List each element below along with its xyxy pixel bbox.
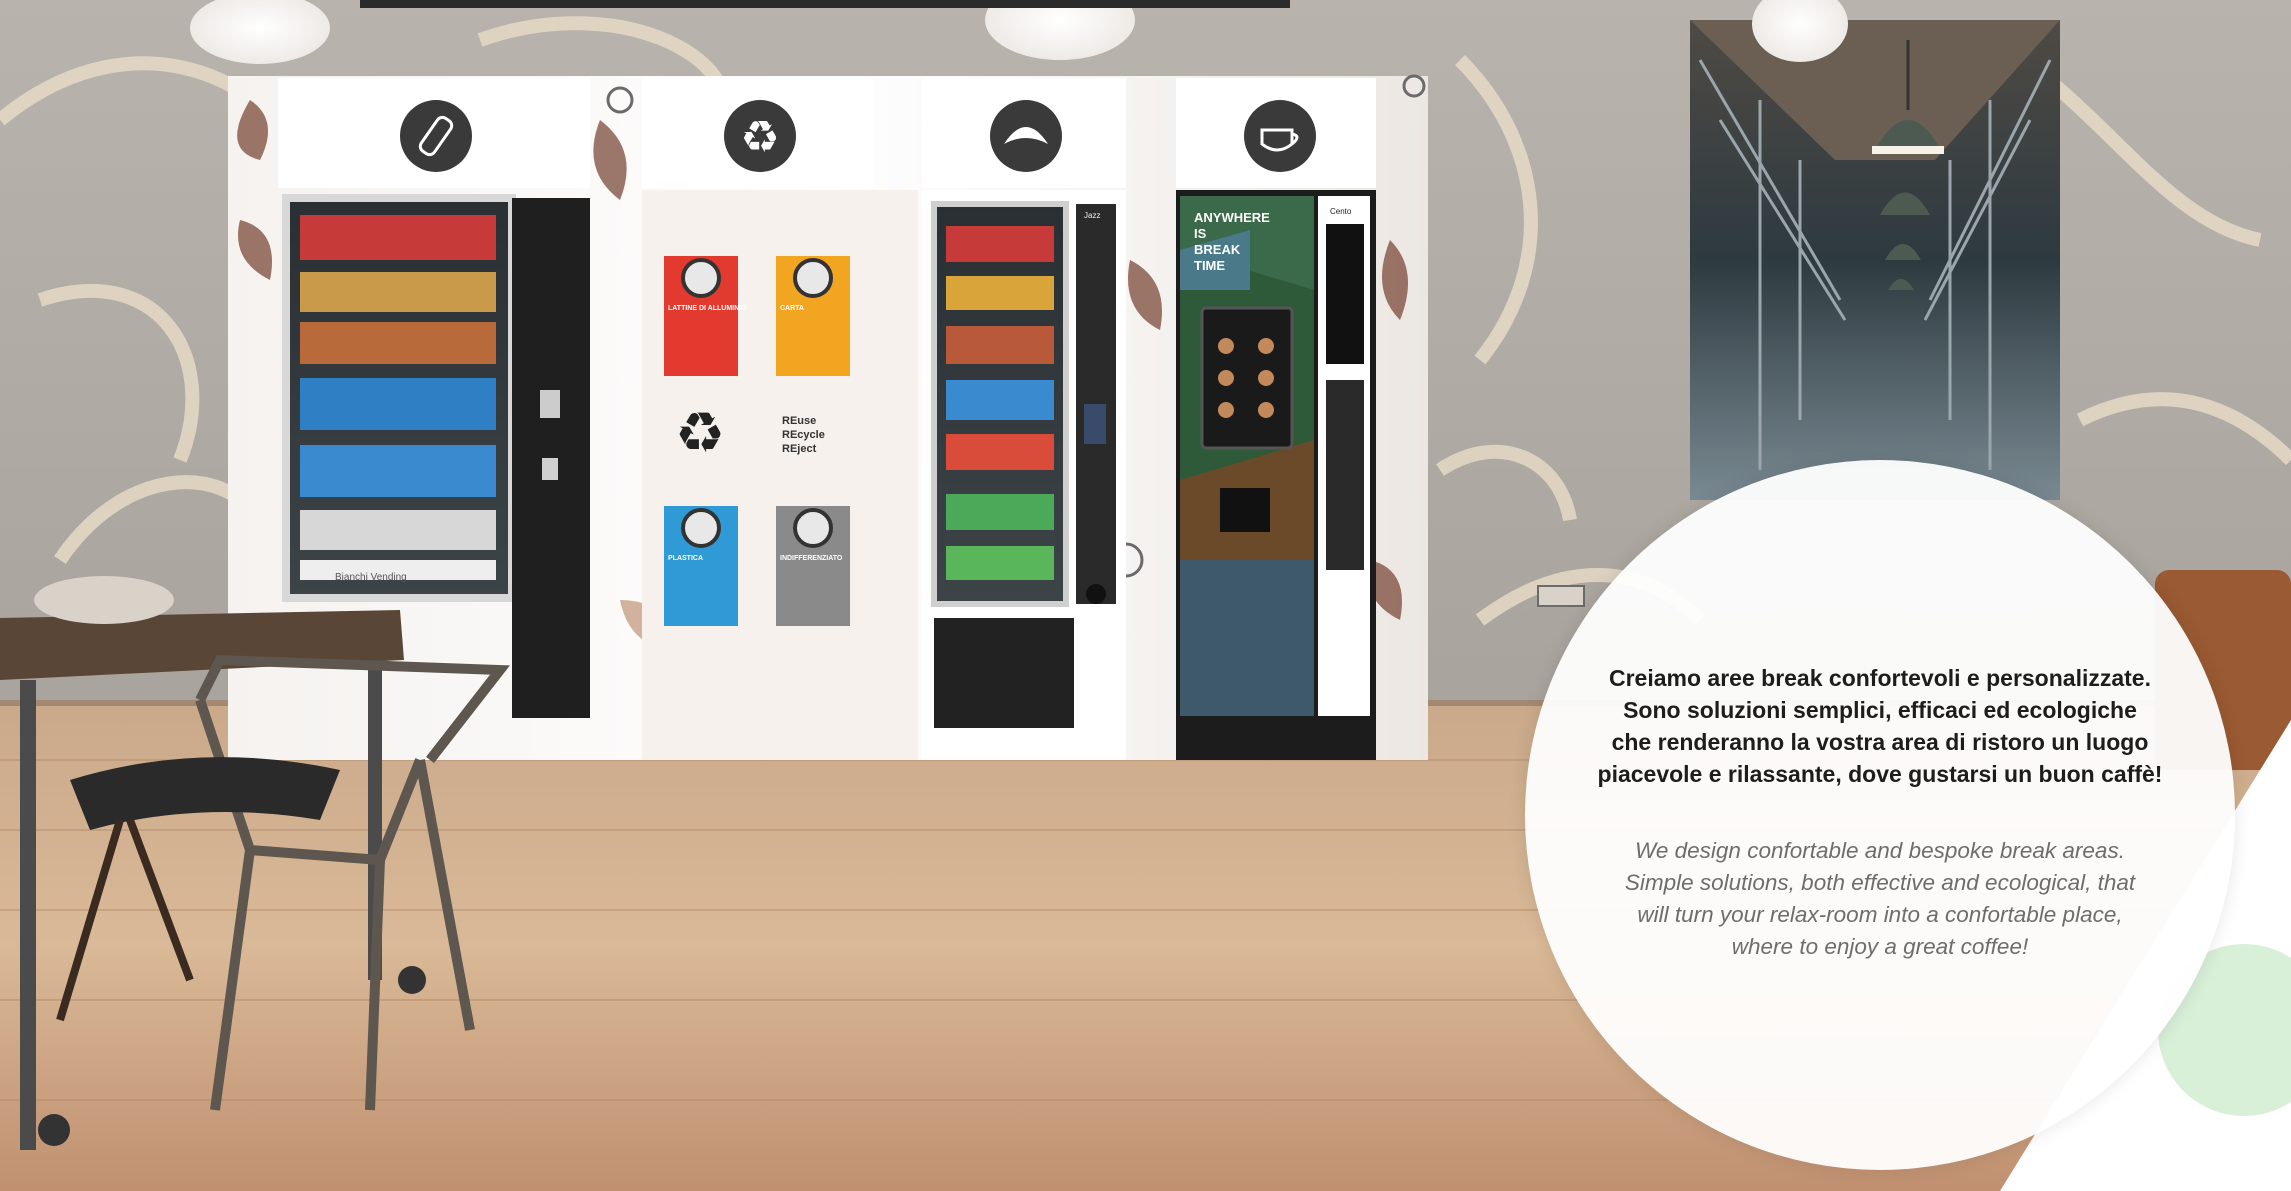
slogan-line: TIME: [1194, 258, 1225, 273]
table-leg: [20, 680, 36, 1150]
coffee-dispenser: [1220, 488, 1270, 532]
spiral-keypad: [1084, 404, 1106, 444]
svg-text:INDIFFERENZIATO: INDIFFERENZIATO: [780, 555, 843, 562]
recycle-icon-glyph: ♻: [740, 112, 779, 163]
caption-italian: Creiamo aree break confortevoli e person…: [1560, 662, 2200, 790]
plastic-bin: PLASTICA: [664, 506, 738, 626]
bottle-icon: [400, 100, 472, 172]
spiral-coin-return: [1086, 584, 1106, 604]
coffee-touchscreen: [1200, 306, 1294, 450]
slogan-line: ANYWHERE: [1194, 210, 1270, 225]
spiral-products: [946, 226, 1054, 580]
ceiling-beam: [360, 0, 1290, 8]
caption-italian-line: che renderanno la vostra area di ristoro…: [1611, 729, 2149, 755]
snack-coin-slot: [542, 458, 558, 480]
caption-italian-line: Creiamo aree break confortevoli e person…: [1609, 665, 2151, 691]
panel-label: Jazz: [1084, 211, 1100, 220]
caption-english-line: will turn your relax-room into a confort…: [1637, 902, 2123, 927]
svg-text:CARTA: CARTA: [780, 305, 804, 312]
caption-english-line: Simple solutions, both effective and eco…: [1624, 870, 2136, 895]
caption-italian-line: piacevole e rilassante, dove gustarsi un…: [1597, 761, 2163, 787]
svg-text:LATTINE DI ALLUMINIO: LATTINE DI ALLUMINIO: [668, 305, 747, 312]
motto-line: REuse: [782, 415, 816, 427]
caption-english-line: where to enjoy a great coffee!: [1731, 934, 2029, 959]
caption-english-line: We design confortable and bespoke break …: [1635, 838, 2125, 863]
slogan-line: BREAK: [1194, 242, 1241, 257]
waste-bin: INDIFFERENZIATO: [776, 506, 850, 626]
caption-italian-line: Sono soluzioni semplici, efficaci ed eco…: [1623, 697, 2137, 723]
motto-line: REject: [782, 443, 817, 455]
motto-line: REcycle: [782, 429, 825, 441]
snack-brand-label: Bianchi Vending: [335, 572, 407, 583]
paper-bin: CARTA: [776, 256, 850, 376]
coffee-panel-label: Cento: [1330, 207, 1352, 216]
white-chair: [34, 576, 174, 624]
slogan-line: IS: [1194, 226, 1207, 241]
aluminium-bin: LATTINE DI ALLUMINIO: [664, 256, 747, 376]
chair-wheel: [398, 966, 426, 994]
coffee-side-buttons: [1326, 380, 1364, 570]
chair-wheel: [38, 1114, 70, 1146]
snack-keypad: [540, 390, 560, 418]
spiral-delivery-flap: [934, 618, 1074, 728]
coffee-side-display: [1326, 224, 1364, 364]
svg-text:PLASTICA: PLASTICA: [668, 555, 703, 562]
wall-socket: [1537, 585, 1585, 607]
recycle-center-icon: ♻: [675, 401, 725, 466]
coffee-cup-icon: [1244, 100, 1316, 172]
caption-english: We design confortable and bespoke break …: [1560, 835, 2200, 963]
caption-circle: [1525, 460, 2235, 1170]
